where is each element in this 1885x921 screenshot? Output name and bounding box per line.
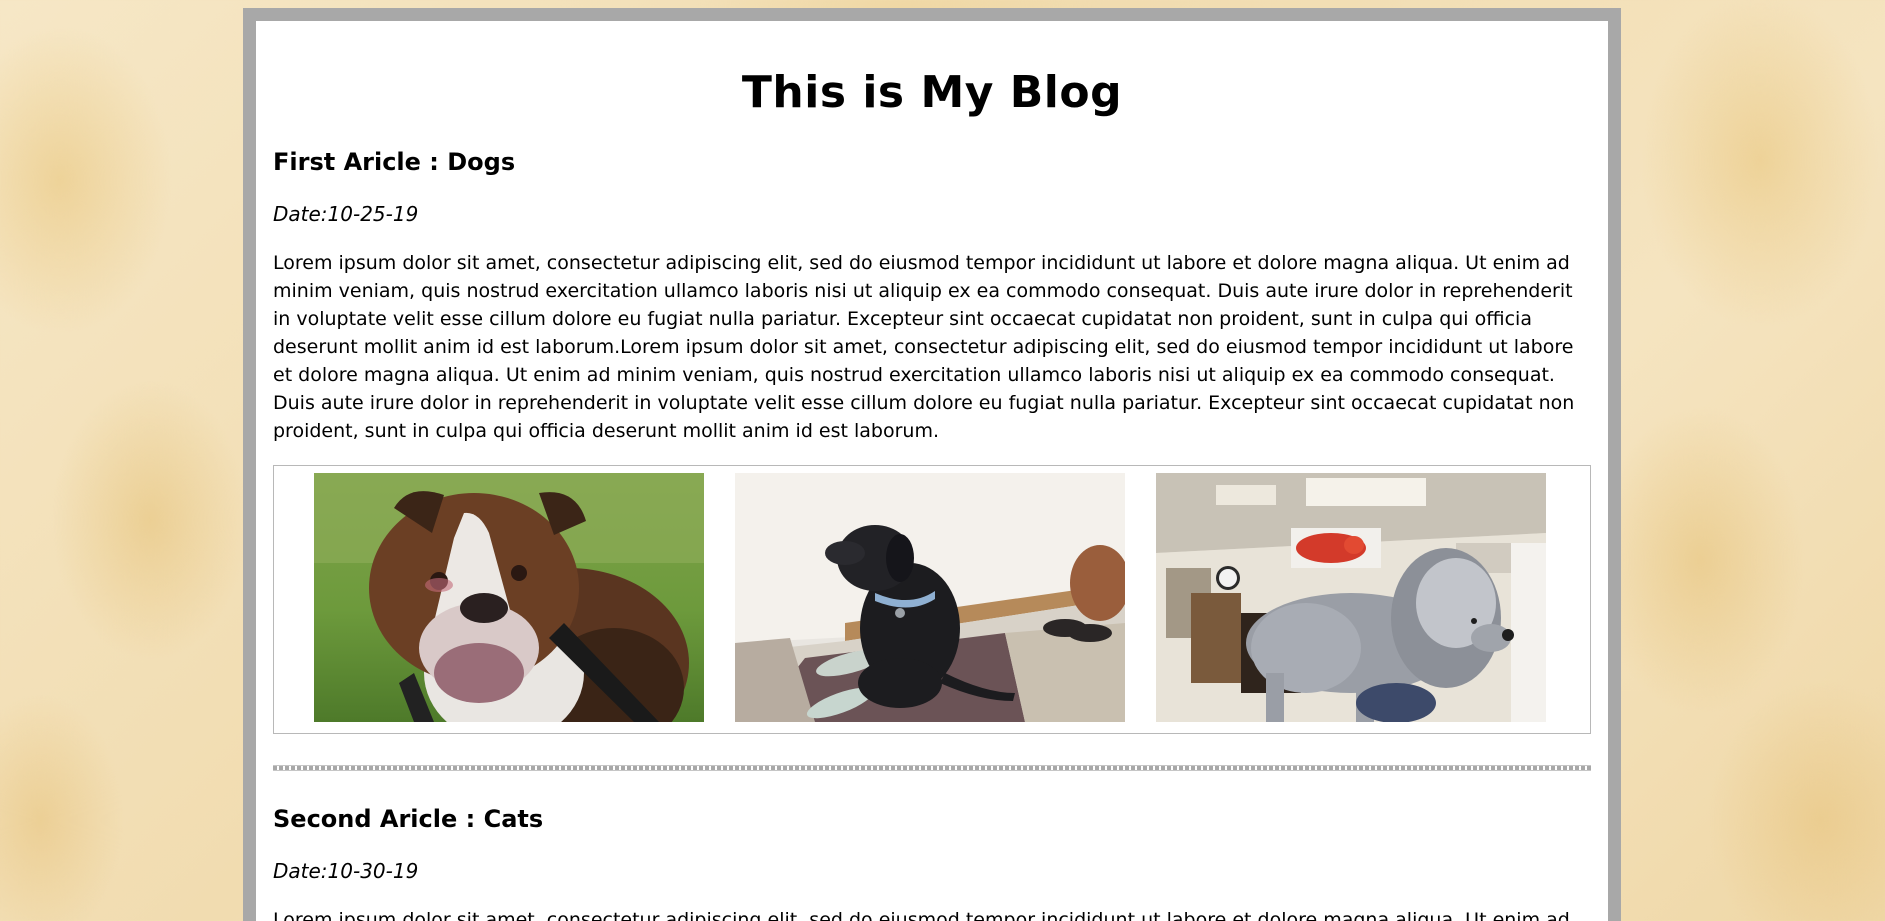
blog-page: This is My Blog First Aricle : Dogs Date…	[256, 21, 1608, 921]
article-heading: First Aricle : Dogs	[273, 148, 516, 176]
article-dogs: First Aricle : Dogs Date:10-25-19 Lorem …	[273, 150, 1591, 734]
shaggy-dog-photo	[1156, 473, 1546, 722]
article-body: Lorem ipsum dolor sit amet, consectetur …	[273, 909, 1570, 921]
article-date: Date:10-25-19	[273, 202, 419, 226]
bulldog-photo	[314, 473, 704, 722]
article-cats: Second Aricle : Cats Date:10-30-19 Lorem…	[273, 807, 1591, 921]
article-date: Date:10-30-19	[273, 859, 419, 883]
article-body: Lorem ipsum dolor sit amet, consectetur …	[273, 252, 1575, 442]
article-heading: Second Aricle : Cats	[273, 805, 544, 833]
article-divider	[273, 765, 1591, 771]
photo-gallery	[273, 465, 1591, 734]
blog-title: This is My Blog	[741, 67, 1123, 118]
blog-frame: This is My Blog First Aricle : Dogs Date…	[243, 8, 1621, 921]
black-dog-photo	[735, 473, 1125, 722]
